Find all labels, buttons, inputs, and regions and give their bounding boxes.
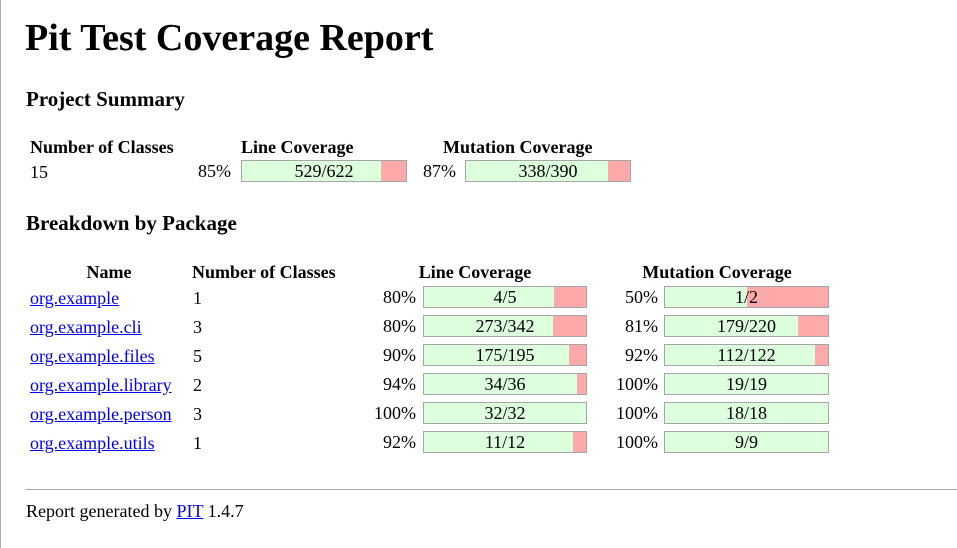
- mutation-coverage-percent: 81%: [625, 316, 658, 336]
- package-classes: 1: [193, 433, 202, 453]
- mutation-coverage-percent: 50%: [625, 287, 658, 307]
- mutation-coverage-percent: 92%: [625, 345, 658, 365]
- mutation-coverage-ratio: 179/220: [716, 316, 776, 336]
- line-coverage-ratio: 175/195: [475, 345, 535, 365]
- mutation-coverage-bar: 179/220: [664, 315, 829, 337]
- mutation-coverage-ratio: 18/18: [725, 403, 767, 423]
- summary-header-mutation: Mutation Coverage: [443, 137, 593, 157]
- breakdown-heading: Breakdown by Package: [26, 211, 237, 235]
- line-coverage-percent: 80%: [383, 316, 416, 336]
- page-title: Pit Test Coverage Report: [25, 17, 434, 59]
- package-classes: 5: [193, 346, 202, 366]
- mutation-coverage-bar: 19/19: [664, 373, 829, 395]
- summary-classes-value: 15: [30, 162, 48, 182]
- line-coverage-ratio: 11/12: [484, 432, 526, 452]
- summary-line-percent: 85%: [198, 161, 231, 181]
- line-coverage-bar: 34/36: [423, 373, 587, 395]
- package-link[interactable]: org.example: [30, 287, 119, 309]
- line-coverage-bar: 32/32: [423, 402, 587, 424]
- line-coverage-bar: 273/342: [423, 315, 587, 337]
- summary-mutation-coverage-bar: 338/390: [465, 160, 631, 182]
- package-classes: 2: [193, 375, 202, 395]
- pit-link[interactable]: PIT: [176, 501, 203, 521]
- breakdown-header-line: Line Coverage: [418, 262, 532, 282]
- package-link[interactable]: org.example.utils: [30, 432, 155, 454]
- mutation-coverage-ratio: 9/9: [734, 432, 758, 452]
- package-link[interactable]: org.example.library: [30, 374, 172, 396]
- breakdown-header-mutation: Mutation Coverage: [642, 262, 792, 282]
- summary-header-line: Line Coverage: [241, 137, 354, 157]
- mutation-coverage-ratio: 1/2: [734, 287, 758, 307]
- package-link[interactable]: org.example.person: [30, 403, 172, 425]
- line-coverage-ratio: 4/5: [493, 287, 517, 307]
- mutation-coverage-bar: 112/122: [664, 344, 829, 366]
- mutation-coverage-bar: 18/18: [664, 402, 829, 424]
- line-coverage-bar: 11/12: [423, 431, 587, 453]
- line-coverage-bar: 175/195: [423, 344, 587, 366]
- project-summary-heading: Project Summary: [26, 87, 185, 111]
- line-coverage-ratio: 34/36: [484, 374, 526, 394]
- mutation-coverage-percent: 100%: [616, 403, 658, 423]
- line-coverage-percent: 92%: [383, 432, 416, 452]
- line-coverage-percent: 94%: [383, 374, 416, 394]
- breakdown-header-classes: Number of Classes: [192, 262, 336, 282]
- mutation-coverage-bar: 9/9: [664, 431, 829, 453]
- package-classes: 3: [193, 404, 202, 424]
- footer-prefix: Report generated by: [26, 501, 172, 521]
- line-coverage-percent: 100%: [374, 403, 416, 423]
- mutation-coverage-percent: 100%: [616, 374, 658, 394]
- mutation-coverage-ratio: 112/122: [717, 345, 776, 365]
- summary-header-classes: Number of Classes: [30, 137, 174, 157]
- mutation-coverage-percent: 100%: [616, 432, 658, 452]
- mutation-coverage-bar: 1/2: [664, 286, 829, 308]
- footer-divider: [26, 489, 957, 490]
- line-coverage-percent: 80%: [383, 287, 416, 307]
- line-coverage-ratio: 273/342: [475, 316, 535, 336]
- package-classes: 1: [193, 288, 202, 308]
- package-link[interactable]: org.example.cli: [30, 316, 142, 338]
- mutation-coverage-ratio: 19/19: [725, 374, 767, 394]
- summary-mutation-coverage-ratio: 338/390: [518, 161, 578, 181]
- package-classes: 3: [193, 317, 202, 337]
- line-coverage-ratio: 32/32: [484, 403, 526, 423]
- line-coverage-percent: 90%: [383, 345, 416, 365]
- summary-line-coverage-ratio: 529/622: [294, 161, 354, 181]
- line-coverage-bar: 4/5: [423, 286, 587, 308]
- breakdown-header-name: Name: [86, 262, 132, 282]
- footer-version: 1.4.7: [207, 501, 244, 521]
- summary-line-coverage-bar: 529/622: [241, 160, 407, 182]
- summary-mutation-percent: 87%: [423, 161, 456, 181]
- footer: Report generated by PIT 1.4.7: [26, 500, 244, 522]
- package-link[interactable]: org.example.files: [30, 345, 155, 367]
